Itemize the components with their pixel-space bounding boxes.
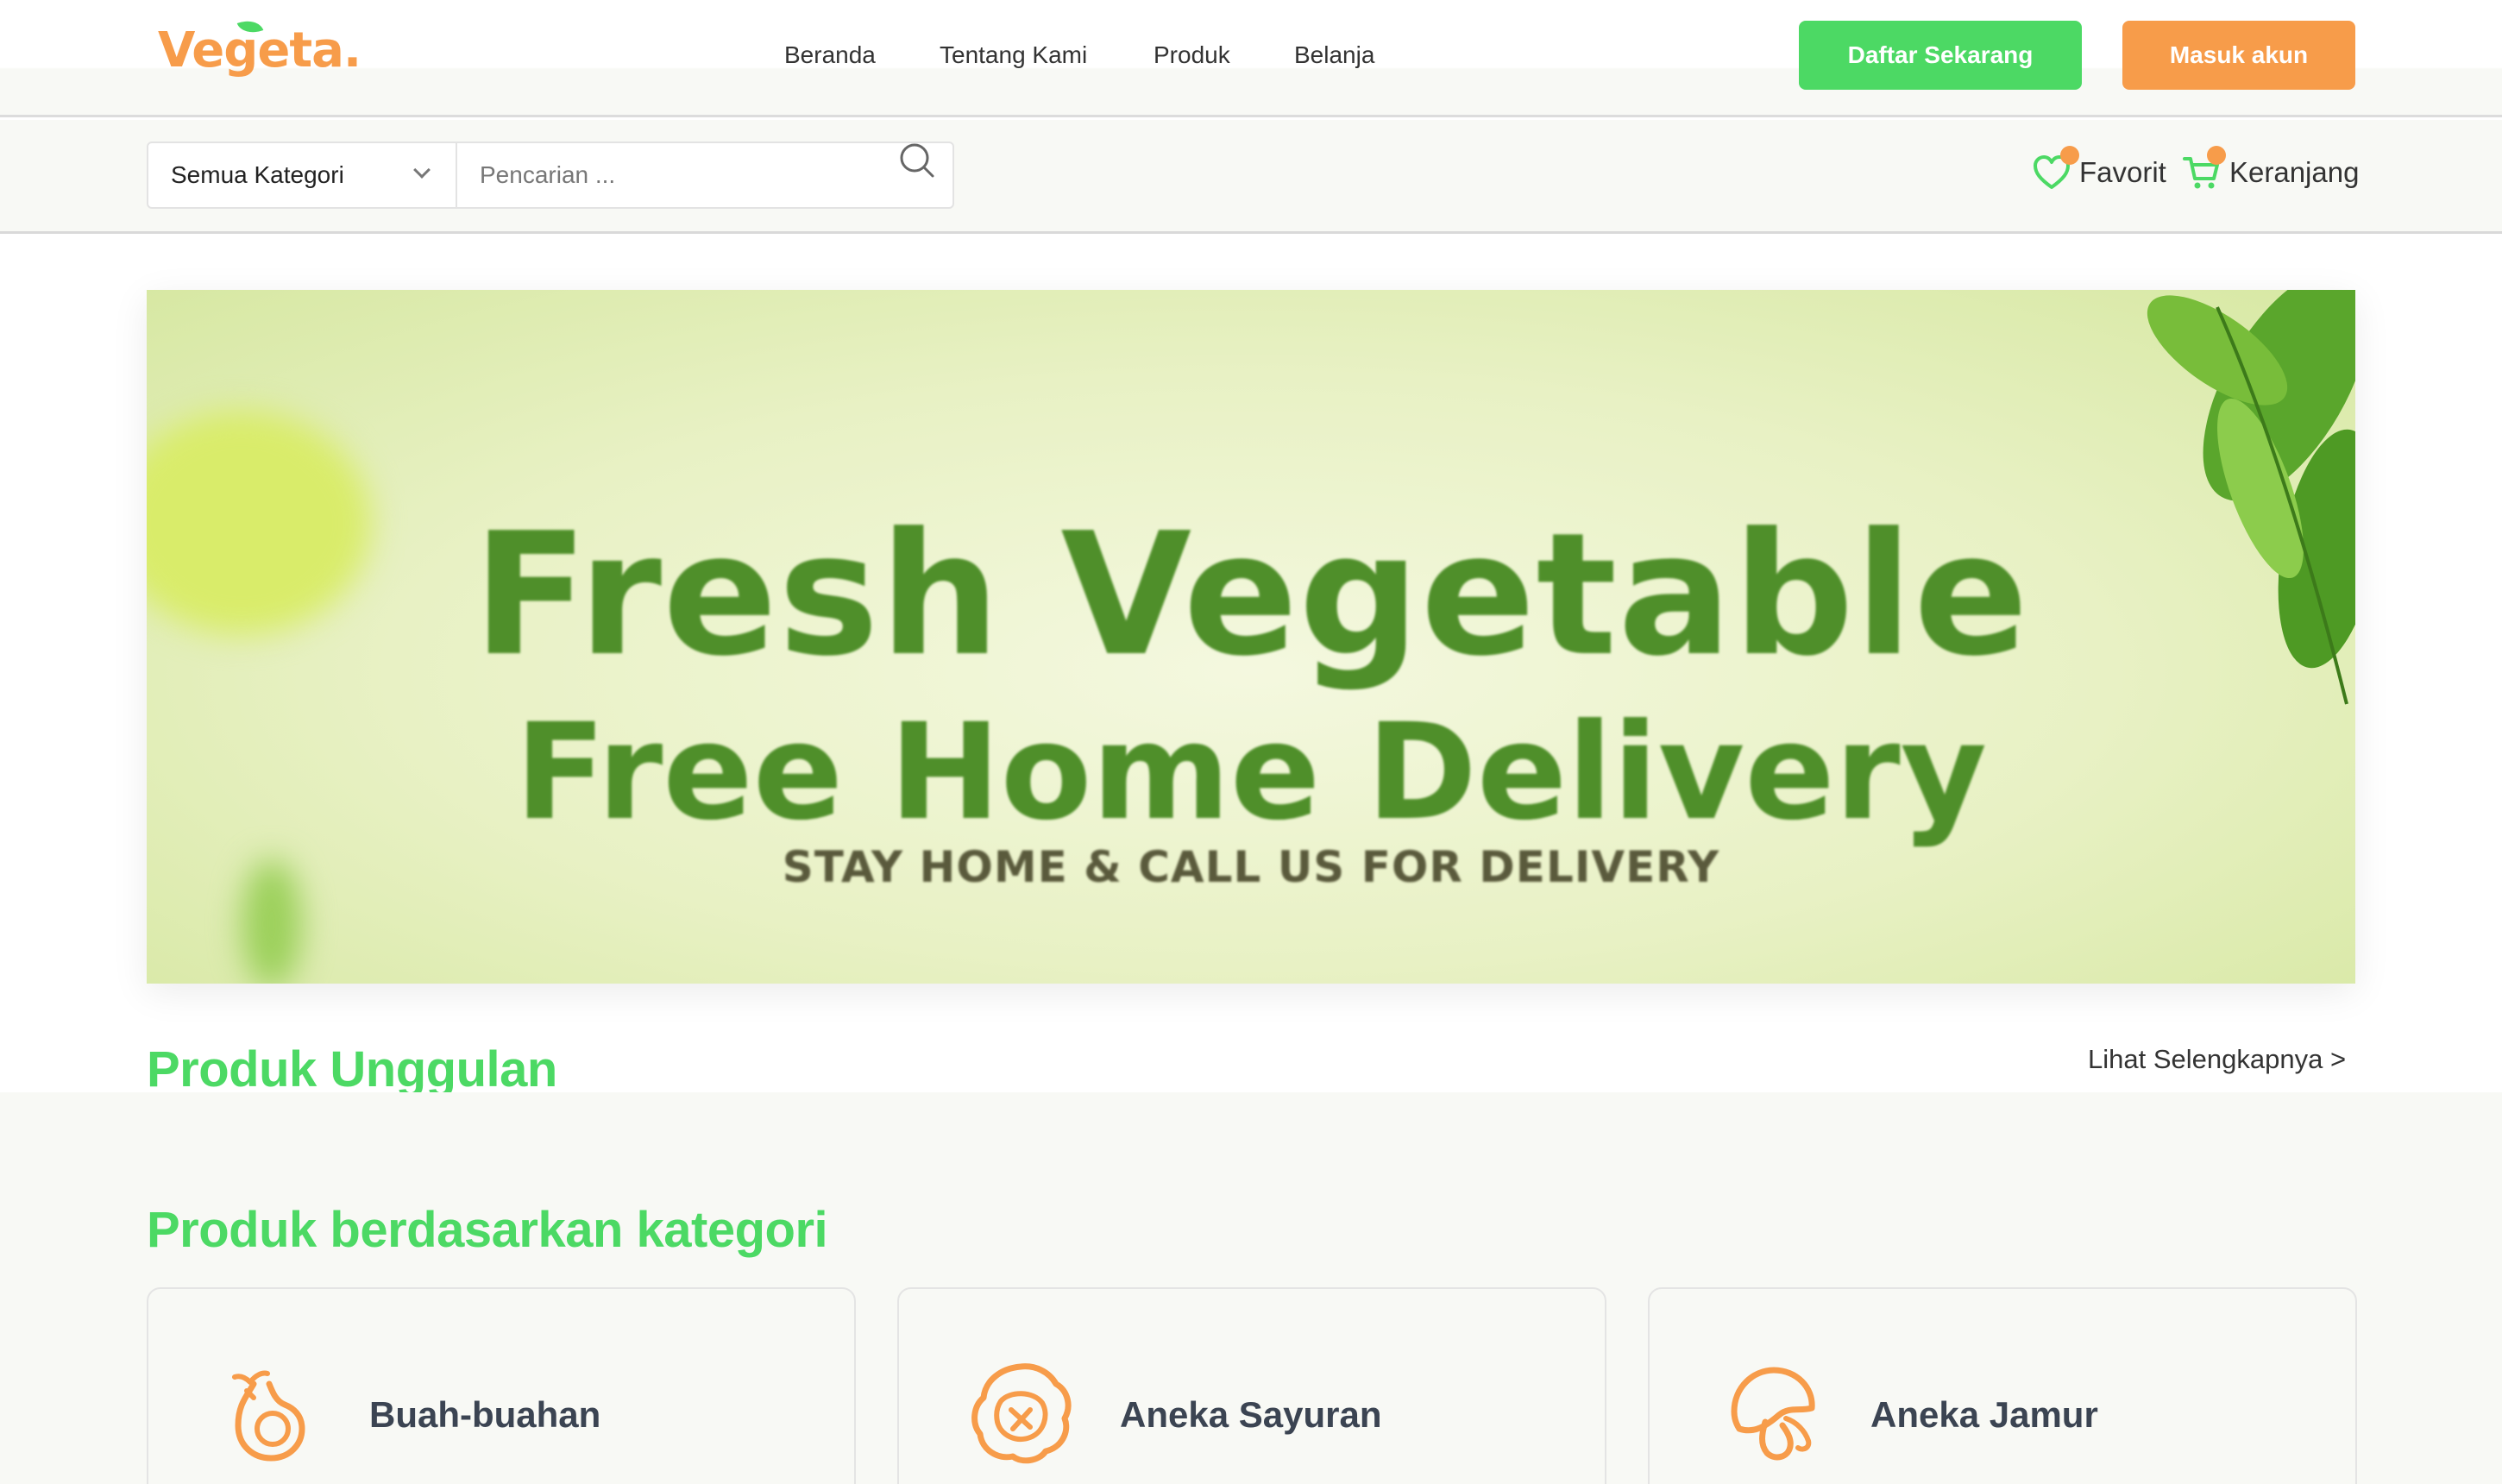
- banner-headline: Fresh Vegetable: [473, 497, 2029, 694]
- nav-item-produk[interactable]: Produk: [1154, 41, 1230, 69]
- category-select-value: Semua Kategori: [171, 161, 344, 188]
- favorite-badge: [2060, 146, 2079, 165]
- cart-badge: [2207, 146, 2226, 165]
- category-card-sayuran[interactable]: Aneka Sayuran: [897, 1287, 1606, 1484]
- nav-item-tentang-kami[interactable]: Tentang Kami: [940, 41, 1087, 69]
- category-label: Buah-buahan: [369, 1394, 601, 1435]
- nav-item-beranda[interactable]: Beranda: [784, 41, 876, 69]
- category-card-buah[interactable]: Buah-buahan: [147, 1287, 856, 1484]
- banner-tagline: STAY HOME & CALL US FOR DELIVERY: [782, 842, 1720, 892]
- top-navbar: Vegeta. Beranda Tentang Kami Produk Bela…: [0, 0, 2502, 117]
- brand-logo[interactable]: Vegeta.: [158, 16, 361, 79]
- promo-banner[interactable]: Fresh Vegetable Free Home Delivery STAY …: [147, 290, 2355, 984]
- favorite-label: Favorit: [2079, 156, 2166, 188]
- category-section-title: Produk berdasarkan kategori: [147, 1202, 828, 1258]
- category-select[interactable]: Semua Kategori: [147, 141, 457, 209]
- banner-subheadline: Free Home Delivery: [514, 695, 1988, 850]
- nav-item-belanja[interactable]: Belanja: [1294, 41, 1374, 69]
- cart-label: Keranjang: [2229, 156, 2360, 188]
- login-button[interactable]: Masuk akun: [2122, 21, 2355, 90]
- search-input[interactable]: [457, 141, 954, 209]
- cart-link[interactable]: Keranjang: [2183, 146, 2360, 191]
- category-label: Aneka Jamur: [1870, 1394, 2098, 1435]
- cabbage-icon: [971, 1363, 1072, 1464]
- mushroom-icon: [1731, 1367, 1815, 1461]
- favorite-link[interactable]: Favorit: [2033, 146, 2166, 191]
- see-more-link[interactable]: Lihat Selengkapnya >: [2088, 1044, 2346, 1075]
- featured-products-title: Produk Unggulan: [147, 1041, 557, 1097]
- search-bar-row: Semua Kategori Favorit Keranjang: [0, 120, 2502, 234]
- search-icon[interactable]: [897, 141, 937, 180]
- category-card-jamur[interactable]: Aneka Jamur: [1648, 1287, 2357, 1484]
- register-button[interactable]: Daftar Sekarang: [1799, 21, 2082, 90]
- pear-icon: [232, 1370, 305, 1462]
- category-label: Aneka Sayuran: [1120, 1394, 1382, 1435]
- chevron-down-icon: [413, 161, 431, 179]
